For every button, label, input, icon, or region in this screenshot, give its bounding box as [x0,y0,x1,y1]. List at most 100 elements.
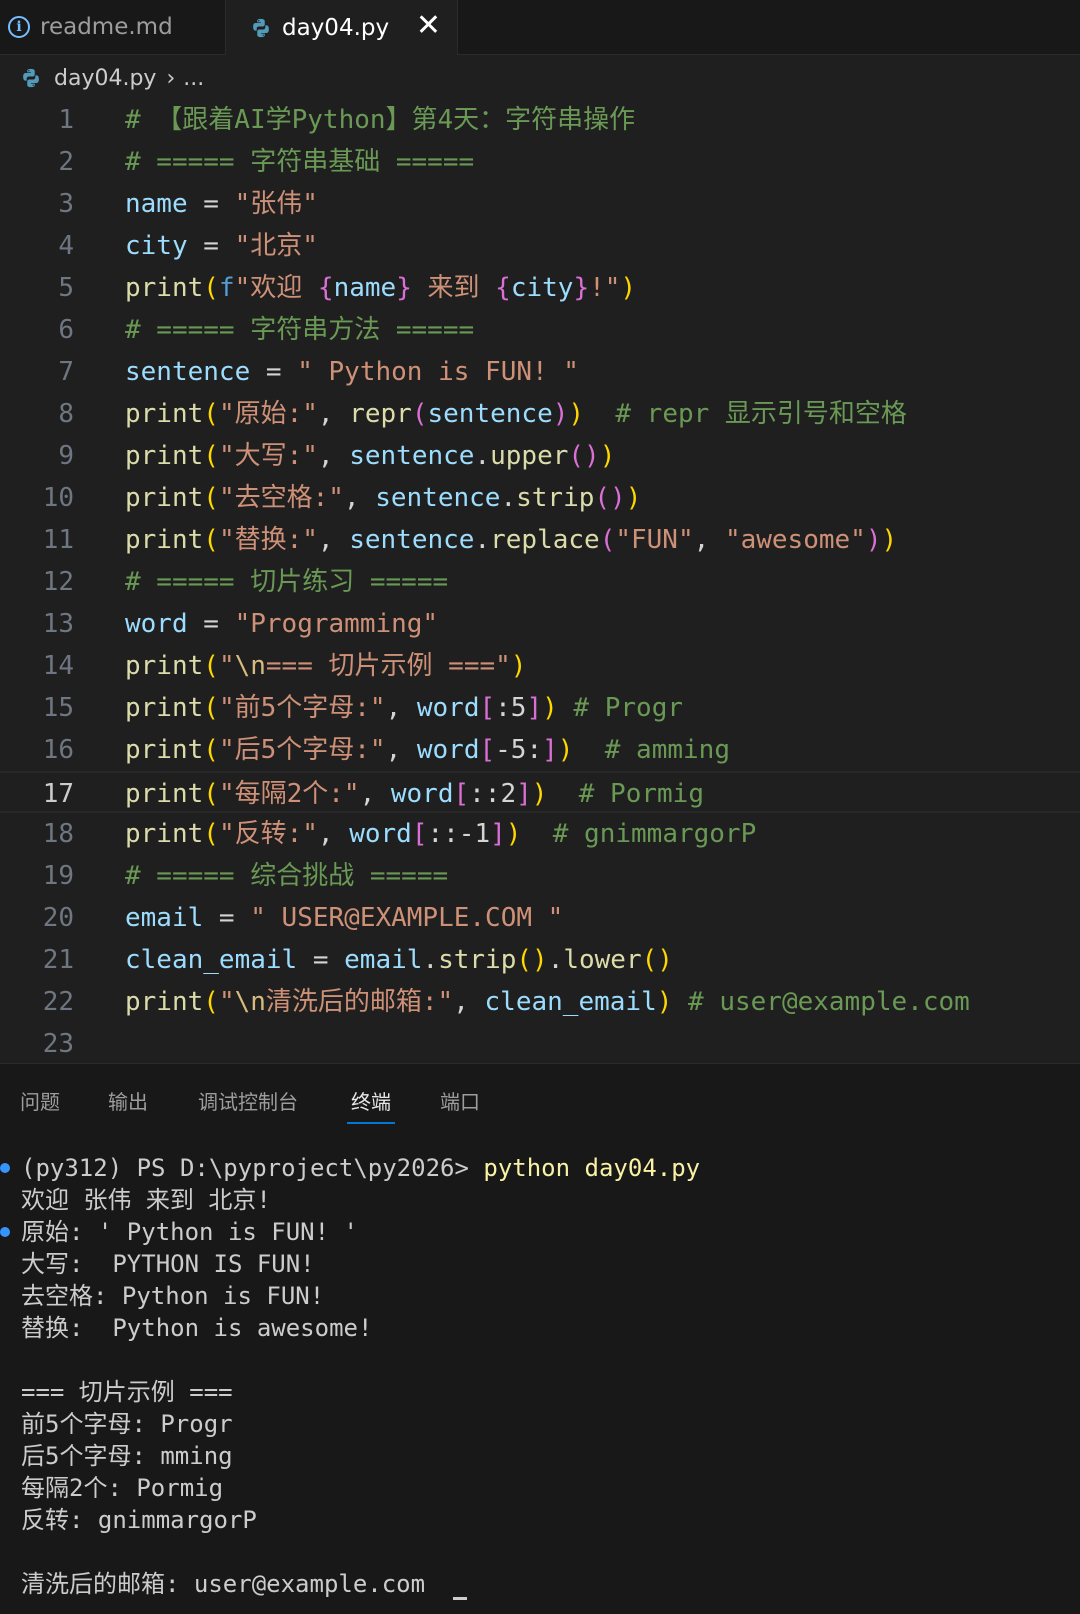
string: " [218,651,235,681]
string: " Python is FUN! " [297,357,579,387]
operator: -5: [495,735,543,765]
tab-day04[interactable]: day04.py ✕ [226,0,458,55]
tab-label: day04.py [282,14,390,41]
function: print [125,273,204,303]
line-number: 18 [42,819,74,849]
bracket: ] [490,819,506,849]
bracket: ) [599,441,616,471]
editor-tab-bar: i readme.md day04.py ✕ [0,0,1080,55]
bracket: } [573,273,590,303]
variable: word [390,779,454,809]
variable: name [333,273,397,303]
tab-problems[interactable]: 问题 [20,1086,60,1115]
function: print [125,779,204,809]
function: repr [349,399,412,429]
code-line: 6 # ===== 字符串方法 ===== [0,309,1080,351]
close-icon[interactable]: ✕ [416,8,441,44]
variable: word [125,609,188,639]
string: "awesome" [724,525,866,555]
function: upper [490,441,569,471]
terminal-output-text: 清洗后的邮箱: user@example.com [21,1570,426,1598]
operator: = [250,357,298,387]
code-line: 21 clean_email = email.strip().lower() [0,939,1080,981]
operator: ::-1 [427,819,491,849]
line-number: 7 [58,357,74,387]
bracket: [ [479,693,496,723]
line-number: 4 [58,231,74,261]
operator: , [317,441,350,471]
terminal-output-line: 大写: PYTHON IS FUN! [21,1250,315,1278]
command-decoration-icon[interactable] [0,1227,10,1237]
bracket: () [594,483,626,513]
string: "前5个字母:" [218,693,386,723]
code-line: 14 print("\n=== 切片示例 ===") [0,645,1080,687]
bracket: ] [526,693,543,723]
code-line: 13 word = "Programming" [0,603,1080,645]
code-line: 4 city = "北京" [0,225,1080,267]
terminal-output-line: 原始: ' Python is FUN! ' [21,1218,358,1246]
operator: . [422,945,439,975]
variable: sentence [349,441,475,471]
operator: . [474,441,491,471]
string: "反转:" [218,819,318,849]
bracket: ) [531,779,548,809]
bracket: ) [542,693,558,723]
comment: # user@example.com [672,987,970,1017]
tab-debug-console[interactable]: 调试控制台 [198,1086,298,1115]
tab-terminal[interactable]: 终端 [347,1086,395,1124]
comment: # amming [573,735,730,765]
bracket: ( [203,735,219,765]
code-line: 7 sentence = " Python is FUN! " [0,351,1080,393]
terminal-output-line: 反转: gnimmargorP [21,1506,257,1534]
line-number: 14 [42,651,74,681]
variable: name [125,189,188,219]
variable: word [416,735,480,765]
comment: # ===== 综合挑战 ===== [125,861,449,891]
operator: , [343,483,376,513]
operator: . [547,945,564,975]
command-decoration-icon[interactable] [0,1163,10,1173]
bracket: ( [203,399,219,429]
string: "Programming" [234,609,439,639]
terminal-prompt-line: (py312) PS D:\pyproject\py2026> python d… [21,1152,700,1184]
variable: word [349,819,412,849]
operator: , [317,819,350,849]
line-number: 10 [42,483,74,513]
operator: . [500,483,517,513]
variable: word [416,693,480,723]
code-editor[interactable]: 1 # 【跟着AI学Python】第4天：字符串操作 2 # ===== 字符串… [0,99,1080,1063]
line-number: 17 [42,779,74,809]
tab-readme[interactable]: i readme.md [0,0,226,54]
bracket: () [568,441,600,471]
bracket: ) [510,651,527,681]
code-line: 11 print("替换:", sentence.replace("FUN", … [0,519,1080,561]
line-number: 5 [58,273,74,303]
code-line: 22 print("\n清洗后的邮箱:", clean_email) # use… [0,981,1080,1023]
terminal-output-line: 替换: Python is awesome! [21,1314,373,1342]
breadcrumb-more[interactable]: ... [183,66,204,91]
operator: = [187,189,235,219]
comment: # Pormig [547,779,704,809]
python-icon [253,18,269,37]
function: print [125,735,204,765]
chevron-right-icon: › [166,65,176,91]
terminal-output-line: 每隔2个: Pormig [21,1474,224,1502]
function: print [125,651,204,681]
terminal-output-line: 前5个字母: Progr [21,1410,233,1438]
tab-output[interactable]: 输出 [108,1086,148,1115]
operator: :5 [495,693,527,723]
terminal-output-line: 去空格: Python is FUN! [21,1282,325,1310]
string: "替换:" [218,525,318,555]
bracket: ] [516,779,532,809]
info-icon: i [8,16,30,38]
terminal-output-line: === 切片示例 === [21,1378,233,1406]
terminal-output-line: 后5个字母: mming [21,1442,233,1470]
function: print [125,693,204,723]
function: print [125,441,204,471]
tab-ports[interactable]: 端口 [440,1086,480,1115]
line-number: 3 [58,189,74,219]
bracket: () [641,945,673,975]
code-line: 18 print("反转:", word[::-1]) # gnimmargor… [0,813,1080,855]
breadcrumb-file[interactable]: day04.py [54,66,156,91]
function: print [125,483,204,513]
